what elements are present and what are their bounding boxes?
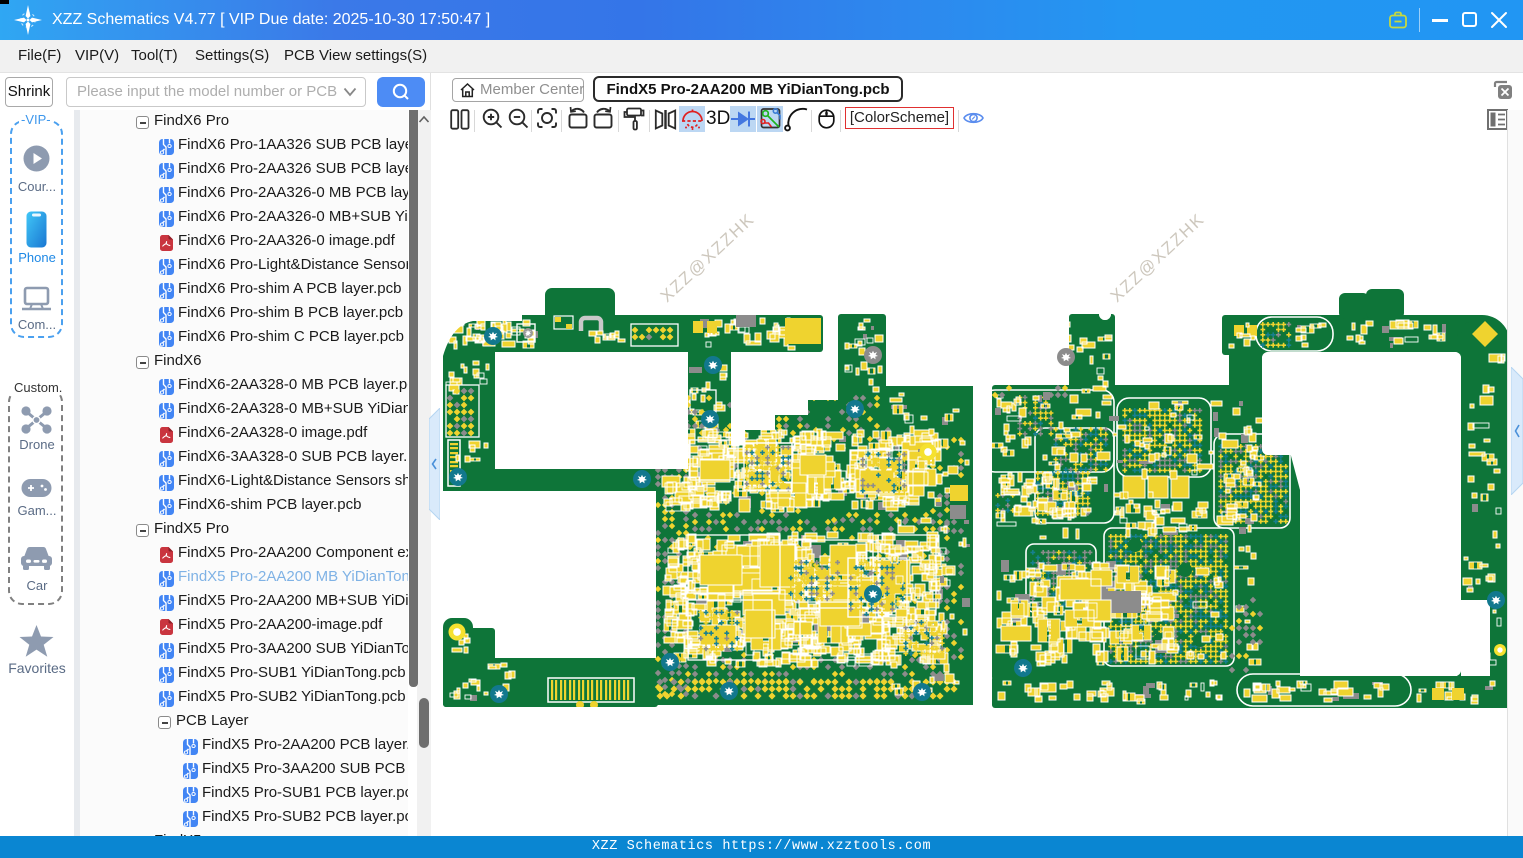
svg-text:XZZ@XZZHK: XZZ@XZZHK	[657, 209, 759, 306]
svg-text:XZZ@XZZHK: XZZ@XZZHK	[1107, 209, 1209, 306]
